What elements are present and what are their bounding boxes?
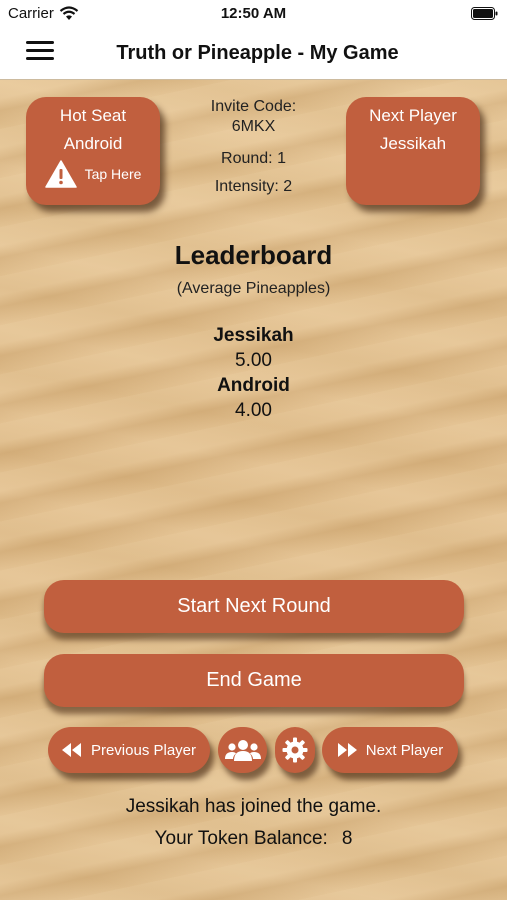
leaderboard-player-score: 4.00 [235,400,272,421]
leaderboard-subtitle: (Average Pineapples) [176,280,331,297]
hot-seat-button[interactable]: Hot Seat Android Tap Here [26,97,160,205]
tap-here-row: Tap Here [26,160,160,188]
game-message: Jessikah has joined the game. [125,796,382,817]
token-balance-label: Your Token Balance: [154,828,328,849]
hot-seat-title: Hot Seat [59,106,127,125]
game-info: Invite Code: 6MKX Round: 1 Intensity: 2 [170,97,337,201]
navigation-bar: Truth or Pineapple - My Game [0,28,507,80]
previous-player-button[interactable]: Previous Player [48,727,210,773]
end-game-button[interactable]: End Game [44,654,464,707]
intensity-label: Intensity: 2 [214,178,293,195]
leaderboard-title: Leaderboard [174,240,333,270]
group-icon [224,740,261,761]
next-player-title: Next Player [369,106,457,125]
start-next-round-button[interactable]: Start Next Round [44,580,464,633]
hot-seat-player: Android [63,134,123,153]
next-player-button[interactable]: Next Player [322,727,458,773]
invite-code-value: 6MKX [231,118,276,135]
settings-button[interactable] [275,727,315,773]
battery-icon [471,7,498,20]
next-player-name: Jessikah [379,134,447,153]
leaderboard-list: Jessikah 5.00 Android 4.00 [0,323,507,423]
gear-icon [282,737,308,763]
invite-code-label: Invite Code: [210,98,297,115]
token-balance: Your Token Balance: 8 [0,828,507,850]
warning-icon [44,160,77,188]
tap-here-label: Tap Here [84,166,142,182]
fast-forward-icon [337,743,357,757]
leaderboard-player-score: 5.00 [235,350,272,371]
round-label: Round: 1 [221,150,286,167]
players-button[interactable] [218,727,267,773]
leaderboard-player-name: Android [217,375,290,396]
status-time: 12:50 AM [220,5,287,22]
rewind-icon [61,743,81,757]
next-player-tile[interactable]: Next Player Jessikah [346,97,480,205]
next-player-label: Next Player [365,741,444,759]
previous-player-label: Previous Player [90,741,197,759]
page-title: Truth or Pineapple - My Game [116,42,399,64]
status-bar: Carrier 12:50 AM [0,0,507,28]
leaderboard-player-name: Jessikah [213,325,294,346]
token-balance-value: 8 [341,828,353,849]
